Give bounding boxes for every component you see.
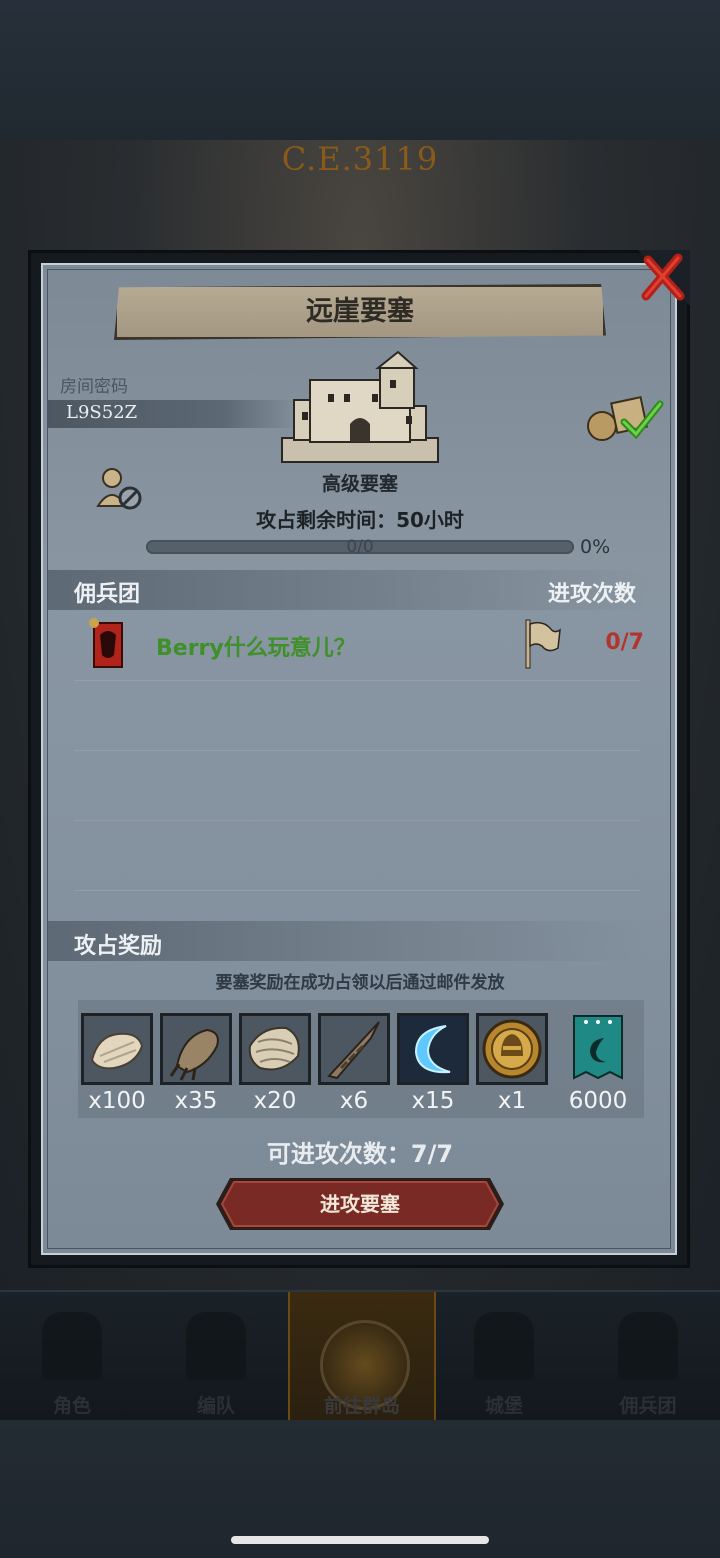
guild-attack-count: 0/7 bbox=[605, 630, 644, 655]
nav-item-mercenary[interactable]: 佣兵团 bbox=[576, 1292, 720, 1422]
guild-name: Berry什么玩意儿？ bbox=[156, 636, 356, 661]
status-bar-area bbox=[0, 0, 720, 140]
capture-progress-text: 0/0 bbox=[346, 537, 374, 557]
nav-item-label: 编队 bbox=[196, 1395, 235, 1417]
blue-crescent-icon bbox=[400, 1016, 466, 1082]
reward-item[interactable] bbox=[476, 1013, 548, 1085]
reward-quantity: x100 bbox=[88, 1088, 146, 1114]
dialog-title: 远崖要塞 bbox=[306, 296, 414, 327]
list-divider bbox=[74, 890, 640, 891]
fortress-icon bbox=[281, 350, 439, 463]
nav-item-islands[interactable]: 前往群岛 bbox=[288, 1292, 436, 1422]
reward-quantity: x15 bbox=[411, 1088, 455, 1114]
list-divider bbox=[74, 750, 640, 751]
nav-item-label: 佣兵团 bbox=[619, 1395, 677, 1417]
capture-progress-percent: 0% bbox=[580, 536, 611, 558]
guild-column-header: 佣兵团 bbox=[74, 582, 141, 607]
reward-item[interactable] bbox=[318, 1013, 390, 1085]
reward-item[interactable] bbox=[397, 1013, 469, 1085]
reward-item[interactable] bbox=[239, 1013, 311, 1085]
home-indicator[interactable] bbox=[231, 1536, 489, 1544]
no-player-icon[interactable] bbox=[96, 466, 144, 512]
attacks-column-header: 进攻次数 bbox=[548, 582, 637, 607]
list-divider bbox=[74, 680, 640, 681]
guild-banner-icon bbox=[89, 618, 123, 668]
horn-icon bbox=[327, 1021, 380, 1080]
scale-hide-icon bbox=[248, 1026, 300, 1071]
rewards-note: 要塞奖励在成功占领以后通过邮件发放 bbox=[215, 973, 505, 993]
bottom-nav: 角色 编队 前往群岛 城堡 佣兵团 bbox=[0, 1290, 720, 1422]
reward-quantity: x6 bbox=[339, 1088, 369, 1114]
nav-item-label: 角色 bbox=[52, 1395, 91, 1417]
fortress-grade: 高级要塞 bbox=[321, 473, 398, 495]
helmet-icon bbox=[186, 1312, 246, 1380]
reward-quantity: x35 bbox=[174, 1088, 218, 1114]
attack-fortress-button[interactable] bbox=[216, 1178, 504, 1230]
claw-icon bbox=[169, 1028, 219, 1081]
nav-item-formation[interactable]: 编队 bbox=[144, 1292, 288, 1422]
room-password-label: 房间密码 bbox=[60, 377, 128, 397]
nav-item-label: 城堡 bbox=[484, 1395, 523, 1417]
reward-item[interactable] bbox=[160, 1013, 232, 1085]
close-icon[interactable] bbox=[634, 250, 690, 306]
rewards-header: 攻占奖励 bbox=[74, 934, 163, 959]
reward-item[interactable] bbox=[81, 1013, 153, 1085]
nav-item-label: 前往群岛 bbox=[323, 1395, 400, 1417]
fur-pelt-icon bbox=[90, 1032, 144, 1070]
flag-icon[interactable] bbox=[522, 618, 562, 670]
nav-item-character[interactable]: 角色 bbox=[0, 1292, 144, 1422]
knight-medal-icon bbox=[482, 1019, 542, 1079]
guild-banner-icon[interactable] bbox=[572, 1014, 624, 1084]
room-password-value: L9S52Z bbox=[66, 402, 138, 423]
loot-bag-check-icon[interactable] bbox=[584, 392, 664, 442]
castle-icon bbox=[474, 1312, 534, 1380]
year-label: C.E.3119 bbox=[281, 140, 439, 178]
list-divider bbox=[74, 820, 640, 821]
knight-icon bbox=[42, 1312, 102, 1380]
reward-quantity: x20 bbox=[253, 1088, 297, 1114]
nav-item-castle[interactable]: 城堡 bbox=[432, 1292, 576, 1422]
reward-quantity: 6000 bbox=[568, 1088, 628, 1114]
reward-quantity: x1 bbox=[497, 1088, 527, 1114]
remaining-attacks: 可进攻次数：7/7 bbox=[266, 1140, 454, 1168]
ship-icon bbox=[618, 1312, 678, 1380]
